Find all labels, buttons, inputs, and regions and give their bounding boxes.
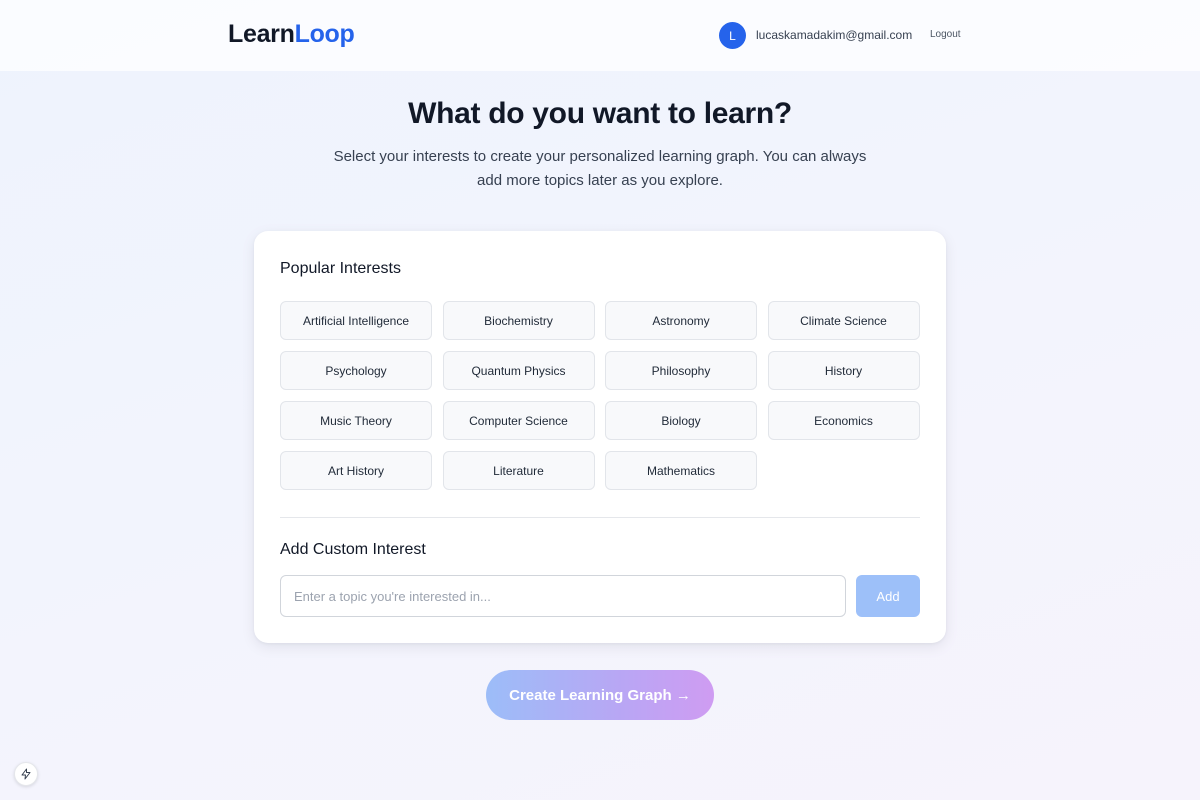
interest-chip-artificial-intelligence[interactable]: Artificial Intelligence — [280, 301, 432, 340]
interest-chip-astronomy[interactable]: Astronomy — [605, 301, 757, 340]
custom-interest-input[interactable] — [280, 575, 846, 617]
interest-chip-history[interactable]: History — [767, 351, 920, 390]
lightning-bolt-glyph — [21, 768, 31, 780]
logout-button[interactable]: Logout — [930, 29, 961, 40]
user-avatar[interactable]: L — [719, 22, 746, 49]
section-divider — [280, 517, 920, 518]
user-email: lucaskamadakim@gmail.com — [756, 28, 913, 42]
lightning-bolt-icon[interactable] — [14, 762, 38, 786]
create-learning-graph-button[interactable]: Create Learning Graph → — [486, 670, 714, 720]
top-navbar: LearnLoop L lucaskamadakim@gmail.com Log… — [0, 0, 1200, 71]
interest-chip-computer-science[interactable]: Computer Science — [442, 401, 595, 440]
custom-interest-heading: Add Custom Interest — [280, 541, 426, 558]
interest-chip-music-theory[interactable]: Music Theory — [280, 401, 432, 440]
add-interest-button[interactable]: Add — [856, 575, 920, 617]
interest-chip-mathematics[interactable]: Mathematics — [605, 451, 757, 490]
interest-chip-economics[interactable]: Economics — [767, 401, 920, 440]
interest-chip-quantum-physics[interactable]: Quantum Physics — [442, 351, 595, 390]
interest-chip-biology[interactable]: Biology — [605, 401, 757, 440]
interest-chip-biochemistry[interactable]: Biochemistry — [442, 301, 595, 340]
interest-chip-grid: Artificial Intelligence Biochemistry Ast… — [280, 301, 920, 490]
logo-text-learn: Learn — [228, 20, 295, 48]
popular-interests-heading: Popular Interests — [280, 260, 401, 277]
interest-chip-philosophy[interactable]: Philosophy — [605, 351, 757, 390]
page-subtitle: Select your interests to create your per… — [333, 148, 867, 189]
interest-chip-art-history[interactable]: Art History — [280, 451, 432, 490]
interest-chip-psychology[interactable]: Psychology — [280, 351, 432, 390]
page-title: What do you want to learn? — [408, 97, 792, 130]
logo-text-loop: Loop — [294, 20, 355, 48]
interest-chip-climate-science[interactable]: Climate Science — [767, 301, 920, 340]
app-logo[interactable]: LearnLoop — [228, 20, 355, 49]
interest-chip-literature[interactable]: Literature — [442, 451, 595, 490]
interests-card: Popular Interests Artificial Intelligenc… — [254, 231, 946, 643]
